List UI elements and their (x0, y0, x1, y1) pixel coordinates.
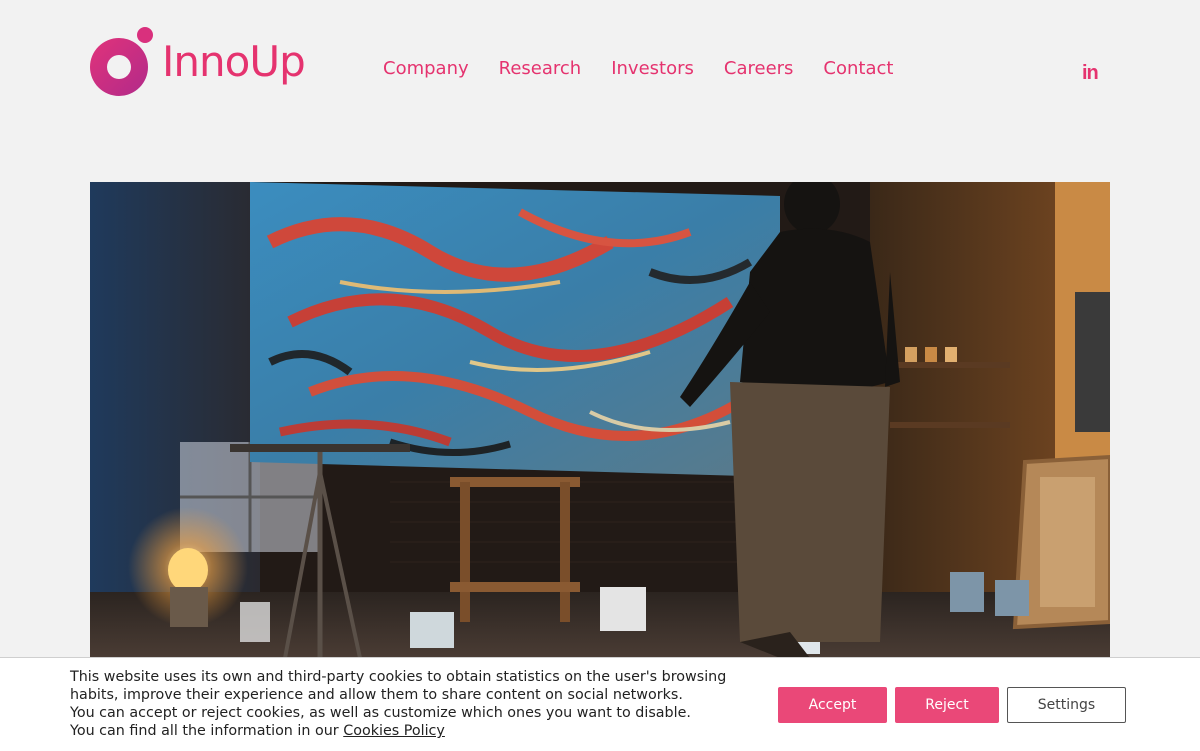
nav-item-contact[interactable]: Contact (823, 58, 893, 79)
nav-item-research[interactable]: Research (499, 58, 582, 79)
brand-name: InnoUp (162, 37, 306, 86)
nav-item-careers[interactable]: Careers (724, 58, 794, 79)
cookie-line: You can find all the information in our … (70, 722, 750, 740)
cookie-policy-prefix: You can find all the information in our (70, 723, 344, 739)
logo-mark-icon (90, 26, 153, 98)
nav-item-investors[interactable]: Investors (611, 58, 694, 79)
main-nav: Company Research Investors Careers Conta… (383, 58, 893, 79)
cookie-line: This website uses its own and third-part… (70, 669, 727, 685)
site-header: InnoUp Company Research Investors Career… (0, 0, 1200, 150)
cookie-settings-button[interactable]: Settings (1007, 687, 1126, 723)
reject-cookies-button[interactable]: Reject (895, 687, 999, 723)
accept-cookies-button[interactable]: Accept (778, 687, 887, 723)
cookie-message: This website uses its own and third-part… (70, 668, 750, 740)
brand-logo[interactable]: InnoUp (90, 26, 306, 98)
nav-item-company[interactable]: Company (383, 58, 469, 79)
cookie-banner: This website uses its own and third-part… (0, 657, 1200, 751)
hero-image (90, 182, 1110, 658)
cookies-policy-link[interactable]: Cookies Policy (343, 723, 445, 739)
artist-studio-illustration (90, 182, 1110, 658)
linkedin-icon[interactable]: in (1082, 62, 1099, 85)
cookie-line: habits, improve their experience and all… (70, 687, 683, 703)
cookie-line: You can accept or reject cookies, as wel… (70, 705, 691, 721)
